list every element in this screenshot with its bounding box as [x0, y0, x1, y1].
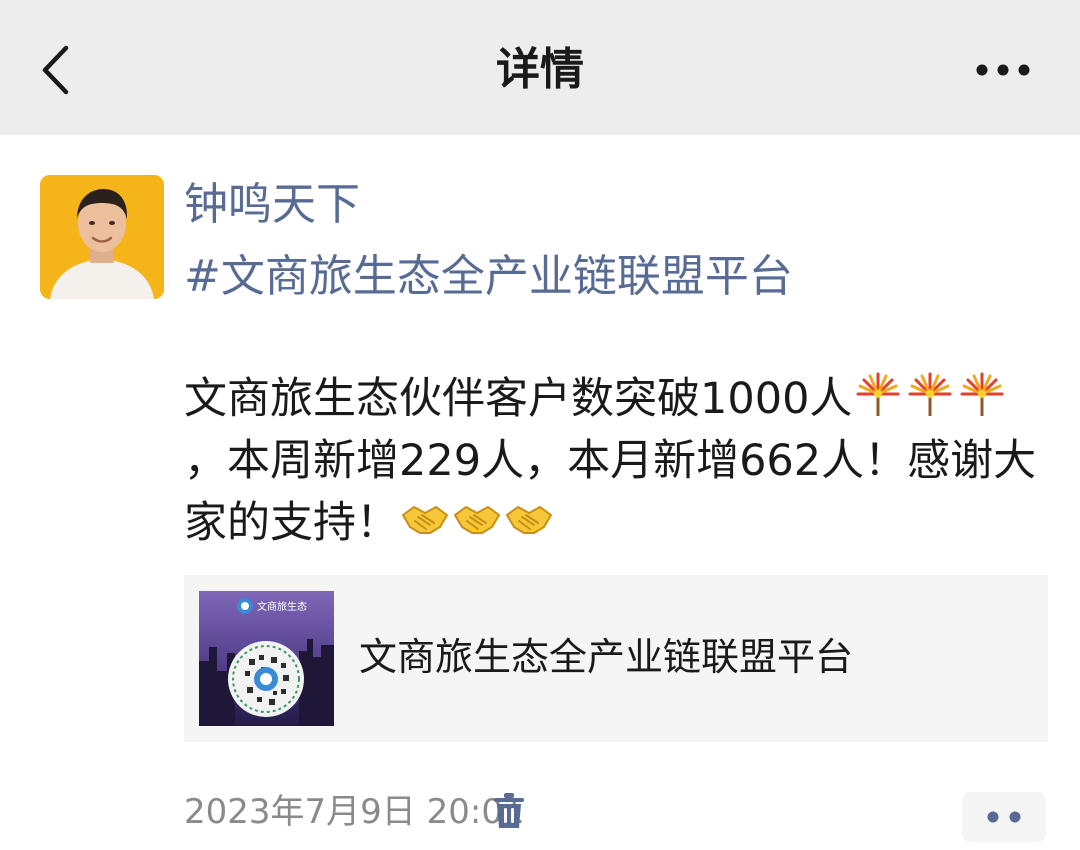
trash-icon	[494, 793, 524, 828]
fireworks-emoji-icon	[908, 372, 952, 416]
more-button[interactable]	[968, 48, 1038, 92]
post-body-part-2: ，本周新增229人，本月新增662人！感谢大家的支持！	[184, 436, 1037, 548]
post-body: 文商旅生态伙伴客户数突破1000人，本周新增229人，本月新增662人！感谢大家…	[184, 368, 1044, 554]
comment-button[interactable]	[962, 792, 1046, 842]
topic-hashtag[interactable]: #文商旅生态全产业链联盟平台	[184, 248, 793, 306]
handshake-emoji-icon	[506, 506, 552, 534]
handshake-emoji-icon	[454, 506, 500, 534]
avatar[interactable]	[40, 175, 164, 299]
chevron-left-icon	[42, 45, 69, 95]
author-name[interactable]: 钟鸣天下	[184, 176, 360, 234]
post-body-part-1: 文商旅生态伙伴客户数突破1000人	[184, 374, 853, 424]
handshake-emoji-icon	[402, 506, 448, 534]
nav-bar: 详情	[0, 0, 1080, 135]
fireworks-emoji-icon	[856, 372, 900, 416]
avatar-photo	[40, 175, 164, 299]
more-dots-icon	[976, 64, 1030, 76]
back-button[interactable]	[30, 40, 80, 100]
comment-dots-icon	[987, 811, 1021, 823]
link-card-thumb-brand: 文商旅生态	[257, 600, 307, 613]
link-card-title: 文商旅生态全产业链联盟平台	[359, 635, 854, 679]
link-card-thumbnail: 文商旅生态	[199, 591, 334, 726]
moment-detail-page: 详情 钟鸣天下 #文商旅生态全产业链联盟平台 文商旅生态伙伴客户数突破1000人	[0, 0, 1080, 850]
fireworks-emoji-icon	[960, 372, 1004, 416]
link-card[interactable]: 文商旅生态 文商旅生态全产业链联盟平台	[184, 575, 1048, 742]
post-timestamp: 2023年7月9日 20:01	[184, 792, 525, 832]
delete-button[interactable]	[492, 792, 526, 830]
page-title: 详情	[496, 44, 584, 95]
